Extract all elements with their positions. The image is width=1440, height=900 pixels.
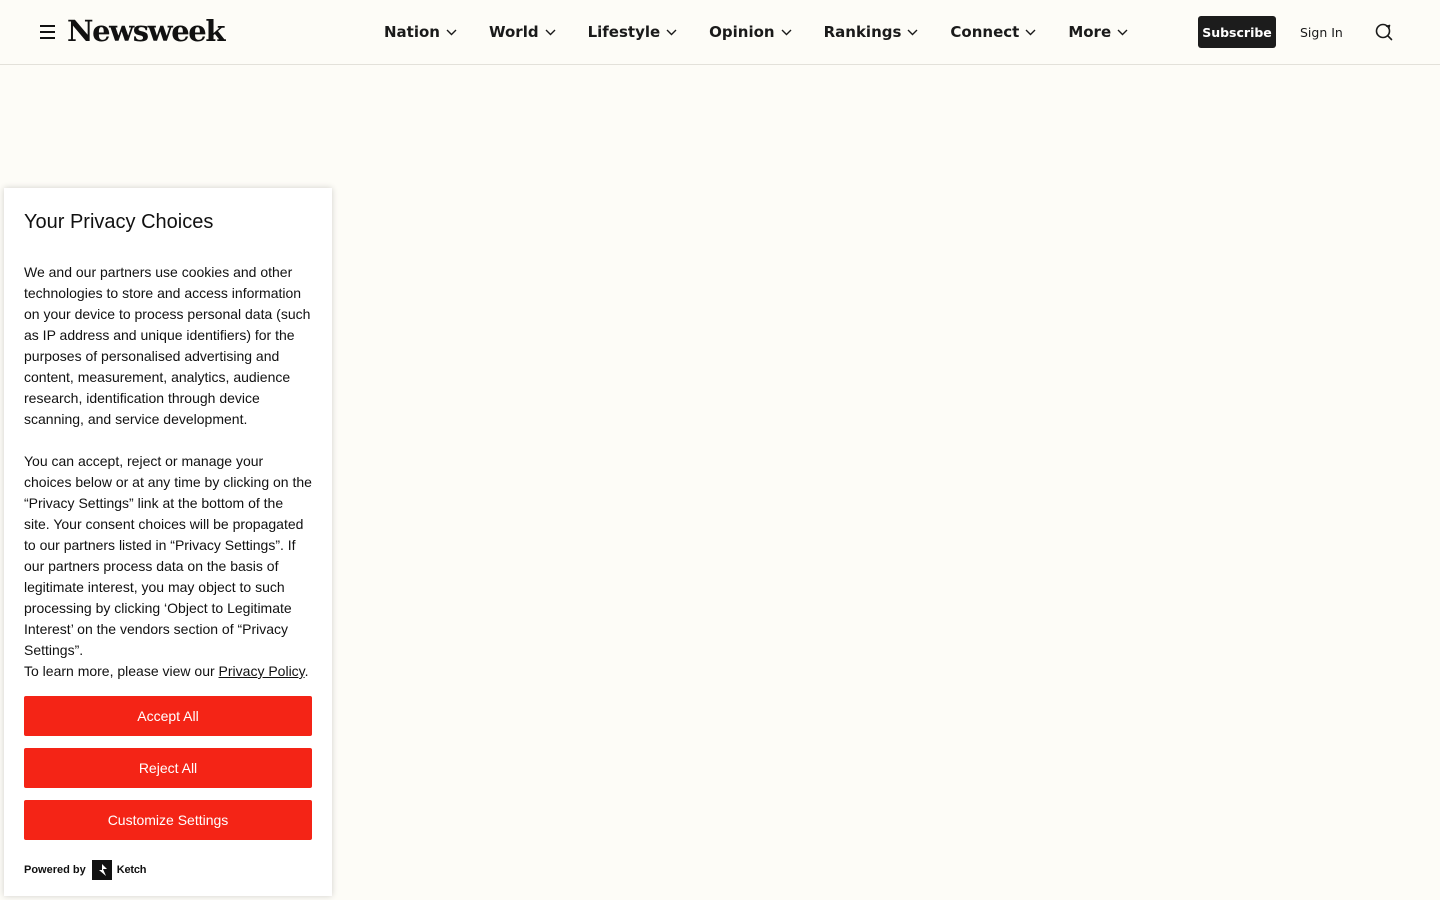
- newsweek-logo[interactable]: Newsweek: [67, 13, 225, 49]
- ketch-name: Ketch: [116, 864, 147, 876]
- nav-item-label: Opinion: [709, 23, 775, 41]
- chevron-down-icon: [1025, 29, 1036, 36]
- reject-all-button[interactable]: Reject All: [24, 748, 312, 788]
- privacy-body: We and our partners use cookies and othe…: [24, 262, 312, 682]
- privacy-paragraph-2: You can accept, reject or manage your ch…: [24, 453, 312, 658]
- chevron-down-icon: [545, 29, 556, 36]
- ketch-logo[interactable]: Ketch: [91, 860, 147, 880]
- nav-item-label: Connect: [950, 23, 1020, 41]
- chevron-down-icon: [907, 29, 918, 36]
- privacy-choices-panel: Your Privacy Choices We and our partners…: [4, 188, 332, 896]
- nav-item-label: Rankings: [823, 23, 902, 41]
- chevron-down-icon: [781, 29, 792, 36]
- nav-item-label: More: [1068, 23, 1112, 41]
- nav-item-rankings[interactable]: Rankings: [824, 23, 919, 41]
- nav-item-nation[interactable]: Nation: [384, 23, 457, 41]
- privacy-actions: Accept All Reject All Customize Settings: [24, 696, 312, 840]
- learn-more-text: To learn more, please view our Privacy P…: [24, 661, 312, 682]
- chevron-down-icon: [1117, 29, 1128, 36]
- privacy-policy-link[interactable]: Privacy Policy: [219, 663, 305, 679]
- powered-by-label: Powered by: [24, 864, 86, 876]
- site-header: Newsweek Nation World Lifestyle Opinion …: [0, 0, 1440, 65]
- learn-more-suffix: .: [304, 663, 309, 679]
- main-nav: Nation World Lifestyle Opinion Rankings …: [384, 0, 1128, 64]
- search-icon[interactable]: [1374, 22, 1394, 42]
- customize-settings-button[interactable]: Customize Settings: [24, 800, 312, 840]
- chevron-down-icon: [666, 29, 677, 36]
- subscribe-button[interactable]: Subscribe: [1198, 16, 1276, 48]
- ketch-logo-icon: [91, 860, 112, 880]
- hamburger-menu-icon[interactable]: [40, 25, 55, 39]
- learn-more-prefix: To learn more, please view our: [24, 663, 219, 679]
- nav-item-more[interactable]: More: [1068, 23, 1128, 41]
- nav-item-label: World: [488, 23, 539, 41]
- privacy-title: Your Privacy Choices: [24, 211, 214, 233]
- nav-item-label: Nation: [384, 23, 440, 41]
- nav-item-lifestyle[interactable]: Lifestyle: [588, 23, 678, 41]
- accept-all-button[interactable]: Accept All: [24, 696, 312, 736]
- powered-by: Powered by Ketch: [24, 860, 147, 880]
- nav-item-opinion[interactable]: Opinion: [709, 23, 792, 41]
- chevron-down-icon: [446, 29, 457, 36]
- nav-item-label: Lifestyle: [587, 23, 661, 41]
- privacy-paragraph-1: We and our partners use cookies and othe…: [24, 264, 311, 427]
- nav-item-world[interactable]: World: [489, 23, 556, 41]
- nav-item-connect[interactable]: Connect: [950, 23, 1036, 41]
- sign-in-link[interactable]: Sign In: [1300, 16, 1343, 48]
